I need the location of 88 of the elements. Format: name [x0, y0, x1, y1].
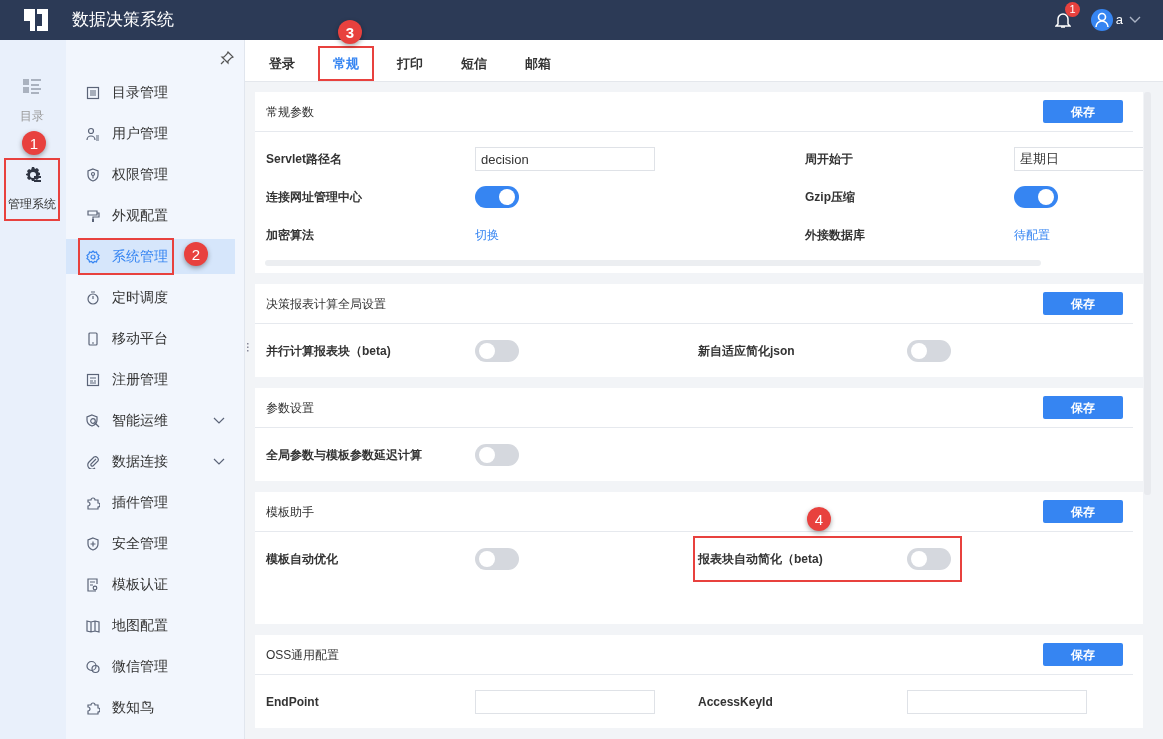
- tab[interactable]: 打印: [382, 46, 438, 81]
- sidebar-item[interactable]: 微信管理: [66, 649, 235, 684]
- sidebar-item[interactable]: 系统管理 2: [66, 239, 235, 274]
- sidebar-item[interactable]: 权限管理: [66, 157, 235, 192]
- drag-handle-icon: [247, 343, 250, 352]
- field-label: 报表块自动简化（beta): [698, 551, 824, 568]
- section-title: 常规参数: [266, 103, 314, 121]
- puzzle-icon: [86, 495, 100, 510]
- tab[interactable]: 短信: [446, 46, 502, 81]
- field-label: 连接网址管理中心: [266, 189, 363, 206]
- field-label: 外接数据库: [805, 227, 866, 244]
- stopwatch-icon: [86, 290, 100, 305]
- sidebar-item[interactable]: 注册管理: [66, 362, 235, 397]
- sidebar-item[interactable]: 数知鸟: [66, 690, 235, 725]
- shield-icon: [86, 167, 100, 182]
- phone-icon: [86, 331, 100, 346]
- pin-icon[interactable]: [220, 50, 234, 65]
- input-field[interactable]: decision: [475, 147, 655, 171]
- sidebar-item[interactable]: 数据连接: [66, 444, 235, 479]
- user-icon: [86, 126, 100, 141]
- sidebar-item[interactable]: 地图配置: [66, 608, 235, 643]
- field-label: Servlet路径名: [266, 151, 344, 168]
- puzzle-icon: [86, 700, 100, 715]
- sidebar-item[interactable]: 外观配置: [66, 198, 235, 233]
- field-label: 新自适应简化json: [698, 343, 796, 360]
- input-field[interactable]: [907, 690, 1087, 714]
- section-title: 模板助手: [266, 503, 314, 521]
- section-title: OSS通用配置: [266, 646, 340, 664]
- callout-badge: 4: [807, 507, 831, 531]
- sidebar-item[interactable]: 用户管理: [66, 116, 235, 151]
- scrollbar[interactable]: [1144, 92, 1151, 495]
- section-title: 决策报表计算全局设置: [266, 295, 386, 313]
- tab[interactable]: 登录: [254, 46, 310, 81]
- sidebar-item[interactable]: 智能运维: [66, 403, 235, 438]
- toggle-switch[interactable]: [475, 444, 519, 466]
- field-label: 并行计算报表块（beta): [266, 343, 392, 360]
- gear-icon: [23, 166, 41, 183]
- field-label: AccessKeyId: [698, 694, 774, 711]
- toggle-switch[interactable]: [1014, 186, 1058, 208]
- toggle-switch[interactable]: [475, 340, 519, 362]
- app-title: 数据决策系统: [72, 9, 174, 32]
- avatar-icon[interactable]: [1090, 9, 1113, 31]
- sidebar-item[interactable]: 插件管理: [66, 485, 235, 520]
- list-icon: [23, 78, 41, 95]
- toggle-switch[interactable]: [907, 548, 951, 570]
- bell-icon[interactable]: [1055, 11, 1071, 29]
- callout-badge: 3: [338, 20, 362, 44]
- callout-badge: 1: [22, 131, 46, 155]
- toggle-switch[interactable]: [907, 340, 951, 362]
- toggle-switch[interactable]: [475, 548, 519, 570]
- brush-icon: [86, 208, 100, 223]
- section-title: 参数设置: [266, 399, 314, 417]
- save-button[interactable]: 保存: [1043, 396, 1123, 419]
- search-shield-icon: [86, 413, 100, 428]
- callout-badge: 2: [184, 242, 208, 266]
- sidebar-item[interactable]: 定时调度: [66, 280, 235, 315]
- user-name: a: [1115, 11, 1123, 30]
- caret-icon[interactable]: [1129, 16, 1141, 24]
- field-label: 周开始于: [805, 151, 854, 168]
- field-label: 模板自动优化: [266, 551, 339, 568]
- sidebar-item[interactable]: 目录管理: [66, 75, 235, 110]
- link[interactable]: 切换: [475, 226, 499, 244]
- document-icon: [86, 577, 100, 592]
- save-button[interactable]: 保存: [1043, 500, 1123, 523]
- sidebar-item[interactable]: 安全管理: [66, 526, 235, 561]
- gear-icon: [86, 249, 100, 264]
- field-label: EndPoint: [266, 694, 320, 711]
- form-icon: [86, 372, 100, 387]
- save-button[interactable]: 保存: [1043, 643, 1123, 666]
- logo-icon: [22, 6, 50, 34]
- toggle-switch[interactable]: [475, 186, 519, 208]
- save-button[interactable]: 保存: [1043, 100, 1123, 123]
- map-icon: [86, 618, 100, 633]
- input-field[interactable]: 星期日: [1014, 147, 1143, 171]
- field-label: 全局参数与模板参数延迟计算: [266, 447, 423, 464]
- save-button[interactable]: 保存: [1043, 292, 1123, 315]
- sidebar-item[interactable]: 移动平台: [66, 321, 235, 356]
- link[interactable]: 待配置: [1014, 226, 1050, 244]
- notification-count: 1: [1065, 2, 1080, 17]
- paperclip-icon: [86, 454, 100, 469]
- tab[interactable]: 邮箱: [510, 46, 566, 81]
- field-label: Gzip压缩: [805, 189, 856, 206]
- sidebar-item[interactable]: 模板认证: [66, 567, 235, 602]
- input-field[interactable]: [475, 690, 655, 714]
- field-label: 加密算法: [266, 227, 315, 244]
- list-icon: [86, 85, 100, 100]
- chat-icon: [86, 659, 100, 674]
- shield-plus-icon: [86, 536, 100, 551]
